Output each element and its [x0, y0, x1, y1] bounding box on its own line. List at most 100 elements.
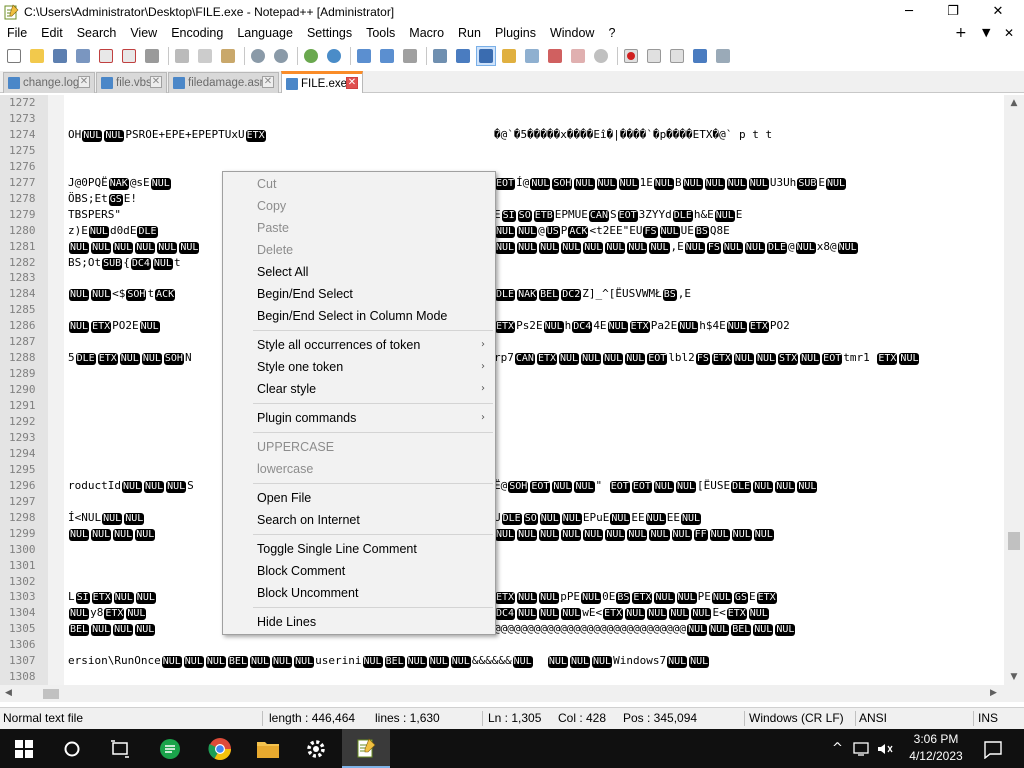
code-line: BS;Ot SUB{DC4 NUL t [68, 255, 181, 270]
vertical-scroll-thumb[interactable] [1008, 532, 1020, 550]
paste-icon[interactable] [218, 46, 238, 66]
find-icon[interactable] [301, 46, 321, 66]
scroll-up-icon[interactable]: ▲ [1004, 95, 1024, 112]
control-char-token: NUL [141, 353, 162, 366]
tab-close-icon[interactable]: ✕ [78, 76, 90, 88]
save-macro-icon[interactable] [713, 46, 733, 66]
context-menu-item-begin-end-select[interactable]: Begin/End Select [223, 283, 495, 305]
stop-macro-icon[interactable] [644, 46, 664, 66]
tab-close-icon[interactable]: ✕ [346, 77, 358, 89]
menu-encoding[interactable]: Encoding [164, 23, 230, 43]
menu-window[interactable]: Window [543, 23, 601, 43]
menu-file[interactable]: File [0, 23, 34, 43]
context-menu-item-block-comment[interactable]: Block Comment [223, 560, 495, 582]
control-char-token: NUL [88, 225, 109, 238]
context-menu-item-toggle-single-line-comment[interactable]: Toggle Single Line Comment [223, 538, 495, 560]
context-menu-item-begin-end-select-in-column-mode[interactable]: Begin/End Select in Column Mode [223, 305, 495, 327]
monitoring-icon[interactable] [591, 46, 611, 66]
open-file-icon[interactable] [27, 46, 47, 66]
tab-filedamage-asm[interactable]: filedamage.asm ✕ [168, 72, 279, 93]
control-char-token: NUL [543, 321, 564, 334]
menu-edit[interactable]: Edit [34, 23, 70, 43]
search-circle-icon[interactable] [48, 729, 96, 768]
menu-settings[interactable]: Settings [300, 23, 359, 43]
horizontal-scrollbar[interactable]: ◀ ▶ [0, 685, 1004, 702]
context-menu-item-hide-lines[interactable]: Hide Lines [223, 611, 495, 633]
chrome-browser-icon[interactable] [196, 729, 244, 768]
tab-list-dropdown-icon[interactable]: ▼ [982, 23, 990, 43]
word-wrap-icon[interactable] [430, 46, 450, 66]
zoom-out-icon[interactable] [377, 46, 397, 66]
print-icon[interactable] [142, 46, 162, 66]
tab-close-icon[interactable]: ✕ [150, 76, 162, 88]
zoom-in-icon[interactable] [354, 46, 374, 66]
windows-start-icon[interactable] [0, 729, 48, 768]
restore-button[interactable]: ❐ [930, 0, 976, 23]
taskbar-clock[interactable]: 3:06 PM 4/12/2023 [896, 731, 976, 765]
scroll-left-icon[interactable]: ◀ [0, 685, 17, 702]
save-icon[interactable] [50, 46, 70, 66]
spreadsheet-app-icon[interactable] [146, 729, 194, 768]
new-file-icon[interactable] [4, 46, 24, 66]
tray-overflow-chevron-icon[interactable]: ^ [832, 729, 843, 768]
tab-file-exe[interactable]: FILE.exe ✕ [281, 71, 363, 93]
menu-macro[interactable]: Macro [402, 23, 451, 43]
line-number: 1308 [9, 670, 36, 684]
show-all-chars-icon[interactable] [453, 46, 473, 66]
close-file-icon[interactable] [96, 46, 116, 66]
new-tab-plus-icon[interactable]: + [955, 23, 967, 43]
menu-plugins[interactable]: Plugins [488, 23, 543, 43]
copy-icon[interactable] [195, 46, 215, 66]
minimize-button[interactable]: ─ [886, 0, 932, 23]
run-macro-multiple-icon[interactable] [690, 46, 710, 66]
context-menu-item-style-one-token[interactable]: Style one token › [223, 356, 495, 378]
tab-change-log[interactable]: change.log ✕ [3, 72, 95, 93]
indent-guide-icon[interactable] [476, 46, 496, 66]
menu-view[interactable]: View [123, 23, 164, 43]
text-editor[interactable]: 1272 1273 1274 1275 1276 1277 1278 1279 1280 1281… [0, 95, 1004, 686]
settings-gear-icon[interactable] [292, 729, 340, 768]
file-explorer-icon[interactable] [244, 729, 292, 768]
context-menu-item-style-all-occurrences-of-token[interactable]: Style all occurrences of token › [223, 334, 495, 356]
tab-close-icon[interactable]: ✕ [262, 76, 274, 88]
close-document-icon[interactable]: ✕ [1004, 23, 1014, 43]
record-macro-icon[interactable] [621, 46, 641, 66]
notifications-icon[interactable] [982, 729, 1004, 768]
doc-list-icon[interactable] [568, 46, 588, 66]
menu-search[interactable]: Search [70, 23, 124, 43]
menu-help[interactable]: ? [601, 23, 622, 43]
play-macro-icon[interactable] [667, 46, 687, 66]
menu-tools[interactable]: Tools [359, 23, 402, 43]
notepad-plus-plus-taskbar-icon[interactable] [342, 729, 390, 768]
control-char-token: NUL [800, 353, 821, 366]
menu-item-label: Block Uncomment [257, 586, 359, 600]
close-window-button[interactable]: ✕ [975, 0, 1021, 23]
context-menu-item-open-file[interactable]: Open File [223, 487, 495, 509]
volume-muted-icon[interactable] [876, 729, 894, 768]
context-menu-item-plugin-commands[interactable]: Plugin commands › [223, 407, 495, 429]
task-view-icon[interactable] [96, 729, 144, 768]
redo-icon[interactable] [271, 46, 291, 66]
context-menu-item-search-on-internet[interactable]: Search on Internet [223, 509, 495, 531]
scroll-down-icon[interactable]: ▼ [1004, 669, 1024, 686]
undo-icon[interactable] [248, 46, 268, 66]
context-menu-item-clear-style[interactable]: Clear style › [223, 378, 495, 400]
close-all-icon[interactable] [119, 46, 139, 66]
folder-workspace-icon[interactable] [545, 46, 565, 66]
tab-file-vbs[interactable]: file.vbs ✕ [96, 72, 167, 93]
context-menu-item-block-uncomment[interactable]: Block Uncomment [223, 582, 495, 604]
vertical-scrollbar[interactable]: ▲ ▼ [1004, 95, 1024, 686]
replace-icon[interactable] [324, 46, 344, 66]
cut-icon[interactable] [172, 46, 192, 66]
scroll-right-icon[interactable]: ▶ [985, 685, 1002, 702]
menu-item-label: Plugin commands [257, 411, 357, 425]
horizontal-scroll-thumb[interactable] [43, 689, 59, 699]
save-all-icon[interactable] [73, 46, 93, 66]
function-list-icon[interactable] [522, 46, 542, 66]
sync-scroll-icon[interactable] [400, 46, 420, 66]
network-icon[interactable] [852, 729, 872, 768]
doc-map-icon[interactable] [499, 46, 519, 66]
context-menu-item-select-all[interactable]: Select All [223, 261, 495, 283]
menu-run[interactable]: Run [451, 23, 488, 43]
menu-language[interactable]: Language [230, 23, 300, 43]
